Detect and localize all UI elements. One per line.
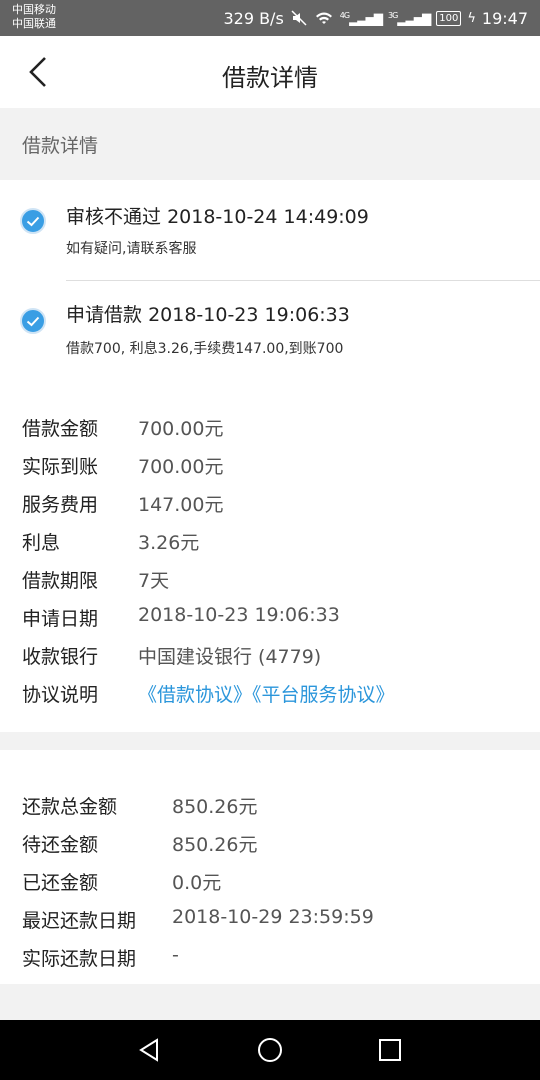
detail-row-pending: 待还金额 850.26元 [22, 834, 258, 856]
battery-icon: 100 [436, 10, 462, 26]
section-title: 借款详情 [22, 135, 99, 157]
detail-row-term: 借款期限 7天 [22, 570, 170, 592]
detail-row-service-fee: 服务费用 147.00元 [22, 494, 224, 516]
status-bar: 中国移动 中国联通 329 B/s 4G▂▃▅▇ 3G▂▃▅▇ 100 ϟ 19… [0, 0, 540, 36]
signal-4g: 4G▂▃▅▇ [339, 10, 383, 26]
wifi-icon [315, 12, 332, 24]
check-circle-icon [20, 308, 46, 334]
loan-agreement-link[interactable]: 《借款协议》 [138, 684, 252, 706]
network-speed: 329 B/s [223, 8, 284, 28]
detail-row-due-date: 最迟还款日期 2018-10-29 23:59:59 [22, 906, 374, 932]
title-bar: 借款详情 [0, 36, 540, 108]
detail-row-actual-repay-date: 实际还款日期 - [22, 944, 179, 970]
charging-icon: ϟ [467, 10, 476, 26]
check-circle-icon [20, 208, 46, 234]
platform-agreement-link[interactable]: 《平台服务协议》 [252, 684, 395, 706]
detail-row-repay-total: 还款总金额 850.26元 [22, 796, 258, 818]
page-title: 借款详情 [222, 64, 318, 92]
mute-icon [291, 10, 307, 26]
section-header: 借款详情 [0, 108, 540, 180]
detail-row-agreement: 协议说明 《借款协议》《平台服务协议》 [22, 684, 395, 706]
detail-row-received: 实际到账 700.00元 [22, 456, 224, 478]
timeline-title: 审核不通过 2018-10-24 14:49:09 [66, 206, 369, 228]
signal-3g: 3G▂▃▅▇ [388, 10, 431, 26]
nav-recents-icon[interactable] [376, 1036, 404, 1064]
timeline-note: 借款700, 利息3.26,手续费147.00,到账700 [66, 341, 344, 357]
timeline-note: 如有疑问,请联系客服 [66, 241, 197, 257]
status-indicators: 329 B/s 4G▂▃▅▇ 3G▂▃▅▇ 100 ϟ 19:47 [223, 0, 528, 36]
detail-row-interest: 利息 3.26元 [22, 532, 200, 554]
carrier-2: 中国联通 [12, 17, 56, 30]
timeline-title: 申请借款 2018-10-23 19:06:33 [66, 304, 350, 326]
nav-home-icon[interactable] [256, 1036, 284, 1064]
carrier-1: 中国移动 [12, 3, 56, 16]
detail-row-loan-amount: 借款金额 700.00元 [22, 418, 224, 440]
detail-row-bank: 收款银行 中国建设银行 (4779) [22, 646, 322, 668]
detail-row-repaid: 已还金额 0.0元 [22, 872, 222, 894]
repayment-card: 还款总金额 850.26元 待还金额 850.26元 已还金额 0.0元 最迟还… [0, 750, 540, 984]
detail-row-apply-date: 申请日期 2018-10-23 19:06:33 [22, 604, 340, 630]
navigation-bar [0, 1020, 540, 1080]
clock: 19:47 [481, 8, 528, 28]
nav-back-icon[interactable] [136, 1036, 164, 1064]
carrier-info: 中国移动 中国联通 [12, 3, 56, 31]
divider [66, 280, 540, 281]
loan-detail-card: 审核不通过 2018-10-24 14:49:09 如有疑问,请联系客服 申请借… [0, 180, 540, 732]
